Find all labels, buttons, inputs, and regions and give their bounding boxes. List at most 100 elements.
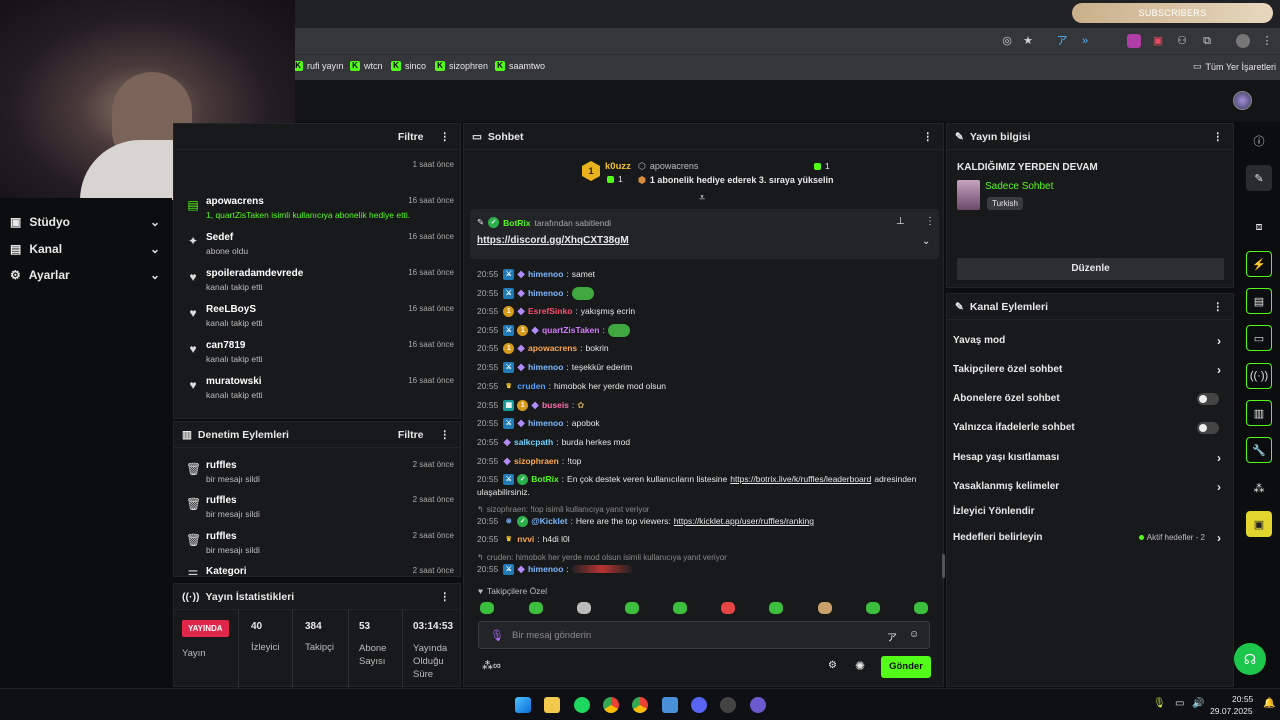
more-vertical-icon[interactable]: ⋮ xyxy=(1260,34,1274,48)
emote[interactable] xyxy=(818,602,832,614)
collapse-icon[interactable]: ⩡ xyxy=(699,192,705,205)
support-icon[interactable]: ☊ xyxy=(1234,643,1266,675)
gift-badge-icon: ◆ xyxy=(517,268,525,280)
action-emotes-only[interactable]: Yalnızca ifadelerle sohbet xyxy=(953,421,1227,434)
bookmark-item[interactable]: Ksizophren xyxy=(435,61,488,71)
chat-link[interactable]: https://botrix.live/k/ruffles/leaderboar… xyxy=(730,474,871,484)
category-thumbnail[interactable] xyxy=(957,180,980,210)
more-vertical-icon[interactable]: ⋮ xyxy=(925,216,935,227)
subscribers-tab[interactable]: SUBSCRIBERS xyxy=(1072,3,1273,23)
bookmark-item[interactable]: Ksaamtwo xyxy=(495,61,545,71)
app-icon[interactable] xyxy=(720,697,736,713)
edit-button[interactable]: Düzenle xyxy=(957,258,1224,280)
emote[interactable] xyxy=(577,602,591,614)
sidebar-item-studio[interactable]: ▣ Stüdyo ⌄ xyxy=(10,215,160,229)
extension-icon[interactable]: ⚇ xyxy=(1175,34,1189,48)
info-icon[interactable]: ⓘ xyxy=(1246,128,1272,154)
notification-icon[interactable]: 🔔 xyxy=(1263,698,1275,709)
emote[interactable] xyxy=(673,602,687,614)
broadcast-icon[interactable]: ((·)) xyxy=(1246,363,1272,389)
volume-icon[interactable]: 🔊 xyxy=(1192,698,1204,709)
emote[interactable] xyxy=(625,602,639,614)
toggle-switch[interactable] xyxy=(1197,421,1219,434)
chrome-icon[interactable] xyxy=(603,697,619,713)
send-button[interactable]: Gönder xyxy=(881,656,931,678)
action-banned-words[interactable]: Yasaklanmış kelimeler › xyxy=(953,480,1227,494)
microphone-icon[interactable]: 🎙 xyxy=(1153,698,1166,709)
emote[interactable] xyxy=(914,602,928,614)
action-goals[interactable]: Hedefleri belirleyin Aktif hedefler - 2 … xyxy=(953,531,1227,545)
action-subscribers-only[interactable]: Abonelere özel sohbet xyxy=(953,392,1227,405)
sidebar-item-settings[interactable]: ⚙ Ayarlar ⌄ xyxy=(10,268,160,282)
bookmark-item[interactable]: Kwtcn xyxy=(350,61,383,71)
more-vertical-icon[interactable]: ⋮ xyxy=(440,429,451,441)
chevron-right-icon: › xyxy=(1217,333,1221,348)
chat-icon[interactable]: ▭ xyxy=(1246,325,1272,351)
puzzle-icon[interactable]: ⧉ xyxy=(1200,34,1214,48)
filter-button[interactable]: Filtre xyxy=(398,131,424,143)
profile-avatar-icon[interactable] xyxy=(1236,34,1250,48)
more-vertical-icon[interactable]: ⋮ xyxy=(1213,131,1224,143)
crop-icon[interactable]: ⧈ xyxy=(1246,214,1272,240)
status-dot xyxy=(1138,535,1144,540)
more-vertical-icon[interactable]: ⋮ xyxy=(440,131,451,143)
star-icon[interactable]: ★ xyxy=(1021,34,1035,48)
bookmarks-folder[interactable]: ▭ Tüm Yer İşaretleri xyxy=(1193,61,1276,72)
chat-link[interactable]: https://kicklet.app/user/ruffles/ranking xyxy=(674,516,814,526)
more-vertical-icon[interactable]: ⋮ xyxy=(440,591,451,603)
translate-icon[interactable]: ア xyxy=(887,629,897,644)
eye-off-icon[interactable]: ◎ xyxy=(1000,34,1014,48)
leader-name[interactable]: k0uzz xyxy=(605,161,631,172)
category-link[interactable]: Sadece Sohbet xyxy=(985,181,1053,192)
more-vertical-icon[interactable]: ⋮ xyxy=(923,131,934,143)
share-icon[interactable]: ⁂ xyxy=(1246,475,1272,501)
app-icon[interactable] xyxy=(750,697,766,713)
pinned-link[interactable]: https://discord.gg/XhqCXT38gM xyxy=(477,235,629,246)
file-explorer-icon[interactable] xyxy=(544,697,560,713)
emote[interactable] xyxy=(721,602,735,614)
toggle-switch[interactable] xyxy=(1197,392,1219,405)
pencil-icon[interactable]: ✎ xyxy=(1246,165,1272,191)
mod-tools-icon[interactable]: ✺ xyxy=(855,659,865,673)
chevron-down-icon[interactable]: ⌄ xyxy=(922,236,930,247)
layout-icon[interactable]: ▥ xyxy=(1246,400,1272,426)
windows-start-icon[interactable] xyxy=(515,697,531,713)
discord-icon[interactable] xyxy=(691,697,707,713)
extension-icon[interactable]: » xyxy=(1078,34,1092,48)
action-account-age[interactable]: Hesap yaşı kısıtlaması › xyxy=(953,451,1227,465)
app-icon[interactable] xyxy=(662,697,678,713)
emote[interactable] xyxy=(769,602,783,614)
emote[interactable] xyxy=(480,602,494,614)
filter-button[interactable]: Filtre xyxy=(398,429,424,441)
points-icon[interactable]: ⁂∞ xyxy=(482,659,501,672)
network-icon[interactable]: ▭ xyxy=(1175,698,1184,709)
emoji-icon[interactable]: ☺ xyxy=(909,629,919,640)
notes-icon[interactable]: ▤ xyxy=(1246,288,1272,314)
follower-only-label: ♥ Takipçilere Özel xyxy=(478,586,548,596)
user-avatar[interactable] xyxy=(1233,91,1252,110)
heart-icon: ♥ xyxy=(478,586,484,596)
clip-icon[interactable]: ▣ xyxy=(1246,511,1272,537)
more-vertical-icon[interactable]: ⋮ xyxy=(1213,301,1224,313)
translate-icon[interactable]: ア xyxy=(1055,34,1069,48)
lightning-icon[interactable]: ⚡ xyxy=(1246,251,1272,277)
sidebar-item-channel[interactable]: ▤ Kanal ⌄ xyxy=(10,242,160,256)
microphone-icon[interactable]: 🎙 xyxy=(490,629,504,642)
gift-badge-icon: ◆ xyxy=(531,399,539,411)
chat-scrollbar[interactable] xyxy=(942,554,945,578)
extension-icon[interactable] xyxy=(1127,34,1141,48)
gear-icon[interactable]: ⚙ xyxy=(828,660,837,671)
action-raid[interactable]: İzleyici Yönlendir xyxy=(953,506,1227,517)
emote[interactable] xyxy=(866,602,880,614)
chrome-icon[interactable] xyxy=(632,697,648,713)
wrench-icon[interactable]: 🔧 xyxy=(1246,437,1272,463)
bookmark-item[interactable]: Krufi yayın xyxy=(293,61,344,71)
extension-icon[interactable]: ▣ xyxy=(1151,34,1165,48)
action-followers-only[interactable]: Takipçilere özel sohbet › xyxy=(953,363,1227,377)
chat-input[interactable]: 🎙 Bir mesaj gönderin ア ☺ xyxy=(478,621,930,649)
pin-icon[interactable]: ⊥ xyxy=(896,216,905,227)
emote[interactable] xyxy=(529,602,543,614)
bookmark-item[interactable]: Ksinco xyxy=(391,61,426,71)
action-slow-mode[interactable]: Yavaş mod › xyxy=(953,333,1227,348)
spotify-icon[interactable] xyxy=(574,697,590,713)
